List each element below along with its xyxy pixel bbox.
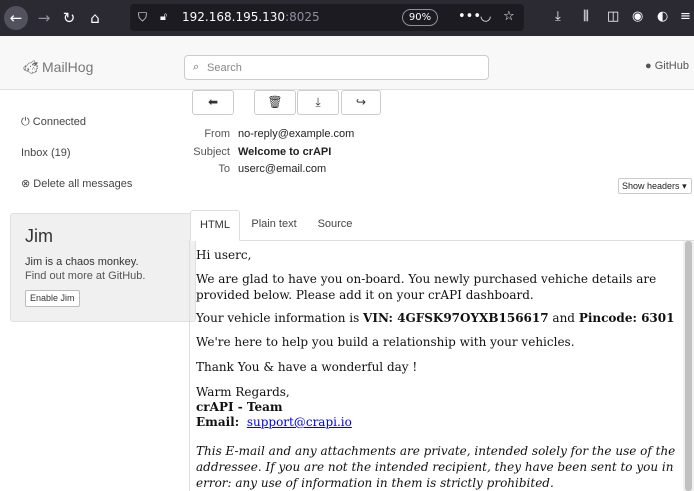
show-headers-label: Show headers: [622, 181, 680, 191]
share-icon: ↪: [355, 95, 367, 109]
intro-paragraph: We are glad to have you on-board. You ne…: [196, 272, 657, 302]
bookmark-star-icon[interactable]: ☆: [503, 9, 515, 24]
vehicle-and: and: [548, 311, 579, 325]
delete-circle-icon: ⊗: [21, 178, 31, 190]
pig-icon: 🐗︎: [22, 59, 40, 75]
subject-value: Welcome to crAPI: [238, 146, 332, 158]
jim-panel: Jim Jim is a chaos monkey. Find out more…: [10, 213, 196, 322]
download-icon: ⤓: [315, 95, 321, 109]
message-body: Hi userc, We are glad to have you on-boa…: [189, 241, 683, 491]
from-label: From: [204, 128, 230, 140]
github-icon: ●: [645, 60, 652, 72]
email-label: Email:: [196, 415, 240, 429]
downloads-icon[interactable]: ⤓: [555, 9, 561, 24]
tab-source[interactable]: Source: [309, 210, 361, 241]
enable-jim-button[interactable]: Enable Jim: [25, 290, 80, 307]
thanks-paragraph: Thank You & have a wonderful day !: [196, 360, 418, 374]
github-link[interactable]: ● GitHub: [645, 60, 689, 72]
url-port: :8025: [285, 10, 320, 24]
search-icon: ⌕: [193, 60, 200, 73]
download-button[interactable]: ⤓: [297, 90, 339, 115]
tab-plain-text[interactable]: Plain text: [244, 210, 304, 241]
mailhog-header: 🐗︎MailHog ⌕ ● GitHub: [0, 36, 694, 90]
page-actions-icon[interactable]: •••: [458, 9, 481, 24]
url-text[interactable]: 192.168.195.130:8025: [182, 10, 320, 24]
jim-description: Jim is a chaos monkey.: [25, 256, 139, 268]
disclaimer: This E-mail and any attachments are priv…: [196, 444, 676, 490]
home-icon[interactable]: ⌂: [83, 6, 107, 30]
body-scrollbar[interactable]: [683, 241, 694, 491]
arrow-left-icon: ⬅: [207, 95, 219, 109]
jim-title: Jim: [25, 226, 53, 246]
tab-html[interactable]: HTML: [190, 210, 240, 241]
back-to-inbox-button[interactable]: ⬅: [192, 90, 234, 115]
browser-toolbar: ← → ↻ ⌂ ⛉ 🔓︎ 192.168.195.130:8025 90% ••…: [0, 0, 694, 36]
scroll-thumb[interactable]: [685, 241, 692, 491]
forward-icon[interactable]: →: [32, 6, 56, 30]
regards: Warm Regards,: [196, 385, 290, 399]
url-host: 192.168.195.130: [182, 10, 286, 24]
search-box: ⌕: [184, 55, 489, 80]
back-icon[interactable]: ←: [4, 6, 28, 30]
help-paragraph: We're here to help you build a relations…: [196, 335, 575, 349]
team-name: crAPI - Team: [196, 399, 676, 415]
search-input[interactable]: [207, 58, 477, 77]
vin: VIN: 4GFSK97OYXB156617: [363, 311, 549, 325]
vehicle-info: Your vehicle information is VIN: 4GFSK97…: [196, 310, 676, 326]
from-value: no-reply@example.com: [238, 128, 355, 140]
contact-email: Email: support@crapi.io: [196, 414, 676, 430]
sidebar-icon[interactable]: ◫: [607, 9, 619, 24]
sidebar-item-delete-all[interactable]: ⊗ Delete all messages: [21, 177, 132, 190]
connected-label: Connected: [32, 116, 86, 128]
pincode: Pincode: 6301: [578, 311, 675, 325]
power-icon: ⏻: [21, 116, 30, 128]
reload-icon[interactable]: ↻: [57, 6, 81, 30]
address-bar[interactable]: ⛉ 🔓︎ 192.168.195.130:8025 90% ••• ◡ ☆: [130, 4, 524, 31]
delete-message-button[interactable]: 🗑︎: [254, 90, 296, 115]
support-email-link[interactable]: support@crapi.io: [247, 415, 352, 429]
show-headers-select[interactable]: Show headers ▾: [618, 178, 692, 194]
brand-name: MailHog: [42, 59, 94, 75]
delete-all-label: Delete all messages: [33, 178, 133, 190]
to-label: To: [218, 163, 230, 175]
release-button[interactable]: ↪: [341, 90, 381, 115]
subject-label: Subject: [193, 146, 230, 158]
insecure-lock-icon[interactable]: 🔓︎: [160, 10, 174, 24]
greeting: Hi userc,: [196, 248, 252, 262]
brand[interactable]: 🐗︎ MailHog: [22, 59, 93, 76]
extension-icon[interactable]: ◐: [657, 9, 668, 24]
account-icon[interactable]: ◉: [632, 9, 643, 24]
github-label: GitHub: [654, 60, 689, 72]
pocket-icon[interactable]: ◡: [480, 9, 491, 24]
vehicle-prefix: Your vehicle information is: [196, 311, 364, 325]
trash-icon: 🗑︎: [267, 95, 283, 109]
shield-icon[interactable]: ⛉: [138, 10, 150, 24]
menu-icon[interactable]: ≡: [680, 9, 691, 24]
jim-more-info[interactable]: Find out more at GitHub.: [25, 270, 145, 282]
team-name-text: crAPI - Team: [196, 400, 283, 414]
chevron-down-icon: ▾: [682, 181, 687, 191]
library-icon[interactable]: ⫼: [583, 9, 589, 24]
to-value: userc@email.com: [238, 163, 327, 175]
zoom-level[interactable]: 90%: [402, 9, 438, 26]
